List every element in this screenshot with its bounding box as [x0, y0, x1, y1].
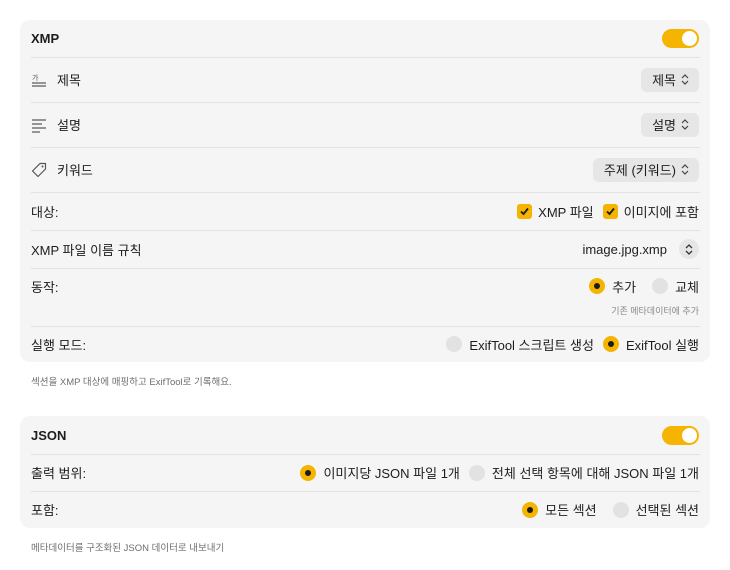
description-field-popup[interactable]: 설명 [641, 112, 699, 137]
radio-unselected-icon [468, 464, 485, 481]
target-row: 대상: XMP 파일 이미지에 포함 [20, 192, 710, 230]
radio-selected-icon [602, 336, 619, 352]
title-field-row: 가 제목 제목 [20, 57, 710, 102]
naming-label: XMP 파일 이름 규칙 [31, 242, 142, 258]
radio-unselected-icon [612, 501, 629, 518]
action-replace-radio[interactable]: 교체 [652, 277, 699, 296]
json-enable-toggle[interactable] [662, 425, 699, 445]
run-mode-run-label: ExifTool 실행 [625, 337, 699, 353]
scope-label: 출력 범위: [31, 466, 87, 481]
radio-selected-icon [300, 464, 317, 481]
include-all-radio[interactable]: 모든 섹션 [522, 500, 597, 519]
xmp-footnote: 섹션을 XMP 대상에 매핑하고 ExifTool로 기록해요. [31, 377, 232, 388]
toggle-knob [682, 427, 697, 443]
target-embed-label: 이미지에 포함 [623, 204, 699, 220]
chevron-updown-icon [681, 74, 689, 85]
radio-selected-icon [522, 501, 539, 518]
scope-row: 출력 범위: 이미지당 JSON 파일 1개 전체 선택 항목에 대해 JSON… [20, 454, 710, 491]
target-xmp-file-label: XMP 파일 [538, 204, 594, 220]
keyword-field-popup[interactable]: 주제 (키워드) [592, 157, 699, 182]
radio-unselected-icon [652, 278, 669, 294]
action-label: 동작: [31, 279, 59, 295]
toggle-knob [682, 31, 697, 46]
chevron-updown-icon [681, 119, 689, 130]
description-field-popup-value: 설명 [652, 118, 676, 133]
naming-value: image.jpg.xmp [582, 241, 667, 257]
scope-all-label: 전체 선택 항목에 대해 JSON 파일 1개 [491, 466, 699, 481]
chevron-updown-icon [681, 164, 689, 175]
keyword-field-row: 키워드 주제 (키워드) [20, 147, 710, 192]
naming-row: XMP 파일 이름 규칙 image.jpg.xmp [20, 230, 710, 268]
checkmark-icon [517, 203, 533, 219]
keyword-field-popup-value: 주제 (키워드) [603, 163, 676, 178]
keyword-field-label: 키워드 [57, 163, 93, 178]
action-hint: 기존 메타데이터에 추가 [611, 306, 699, 316]
target-embed-checkbox[interactable]: 이미지에 포함 [602, 202, 699, 221]
json-section-title: JSON [31, 427, 67, 443]
tag-icon [31, 162, 47, 178]
run-mode-row: 실행 모드: ExifTool 스크립트 생성 ExifTool 실행 [20, 326, 710, 362]
action-row: 동작: 추가 교체 [20, 268, 710, 304]
json-header-row: JSON [20, 416, 710, 454]
json-footnote: 메타데이터를 구조화된 JSON 데이터로 내보내기 [31, 543, 225, 554]
title-field-popup-value: 제목 [652, 73, 676, 88]
svg-text:가: 가 [32, 73, 39, 82]
action-add-label: 추가 [612, 279, 637, 295]
chevron-updown-icon [685, 243, 693, 255]
run-mode-script-label: ExifTool 스크립트 생성 [469, 337, 594, 353]
target-label: 대상: [31, 204, 59, 220]
description-lines-icon [31, 117, 47, 133]
xmp-section-title: XMP [31, 31, 60, 46]
radio-selected-icon [589, 278, 606, 294]
run-mode-run-radio[interactable]: ExifTool 실행 [602, 335, 699, 354]
include-all-label: 모든 섹션 [545, 503, 597, 518]
title-text-icon: 가 [31, 72, 47, 88]
action-replace-label: 교체 [675, 279, 699, 295]
include-selected-label: 선택된 섹션 [635, 503, 699, 518]
checkmark-icon [602, 203, 618, 219]
description-field-label: 설명 [57, 118, 81, 133]
radio-unselected-icon [446, 336, 463, 352]
xmp-enable-toggle[interactable] [662, 29, 699, 48]
xmp-header-row: XMP [20, 20, 710, 57]
scope-per-image-label: 이미지당 JSON 파일 1개 [323, 466, 460, 481]
naming-stepper[interactable] [679, 239, 699, 259]
include-selected-radio[interactable]: 선택된 섹션 [612, 500, 699, 519]
scope-per-image-radio[interactable]: 이미지당 JSON 파일 1개 [300, 463, 460, 482]
title-field-popup[interactable]: 제목 [641, 67, 699, 92]
description-field-row: 설명 설명 [20, 102, 710, 147]
target-xmp-file-checkbox[interactable]: XMP 파일 [517, 202, 594, 221]
xmp-section-panel: XMP 가 제목 제목 설명 설명 키워드 주제 (키워드) 대상: XMP 파… [20, 20, 710, 362]
include-label: 포함: [31, 503, 59, 518]
run-mode-label: 실행 모드: [31, 337, 87, 353]
run-mode-script-radio[interactable]: ExifTool 스크립트 생성 [446, 335, 594, 354]
action-add-radio[interactable]: 추가 [589, 277, 636, 296]
include-row: 포함: 모든 섹션 선택된 섹션 [20, 491, 710, 528]
json-section-panel: JSON 출력 범위: 이미지당 JSON 파일 1개 전체 선택 항목에 대해… [20, 416, 710, 528]
title-field-label: 제목 [57, 73, 81, 88]
scope-all-radio[interactable]: 전체 선택 항목에 대해 JSON 파일 1개 [468, 463, 699, 482]
